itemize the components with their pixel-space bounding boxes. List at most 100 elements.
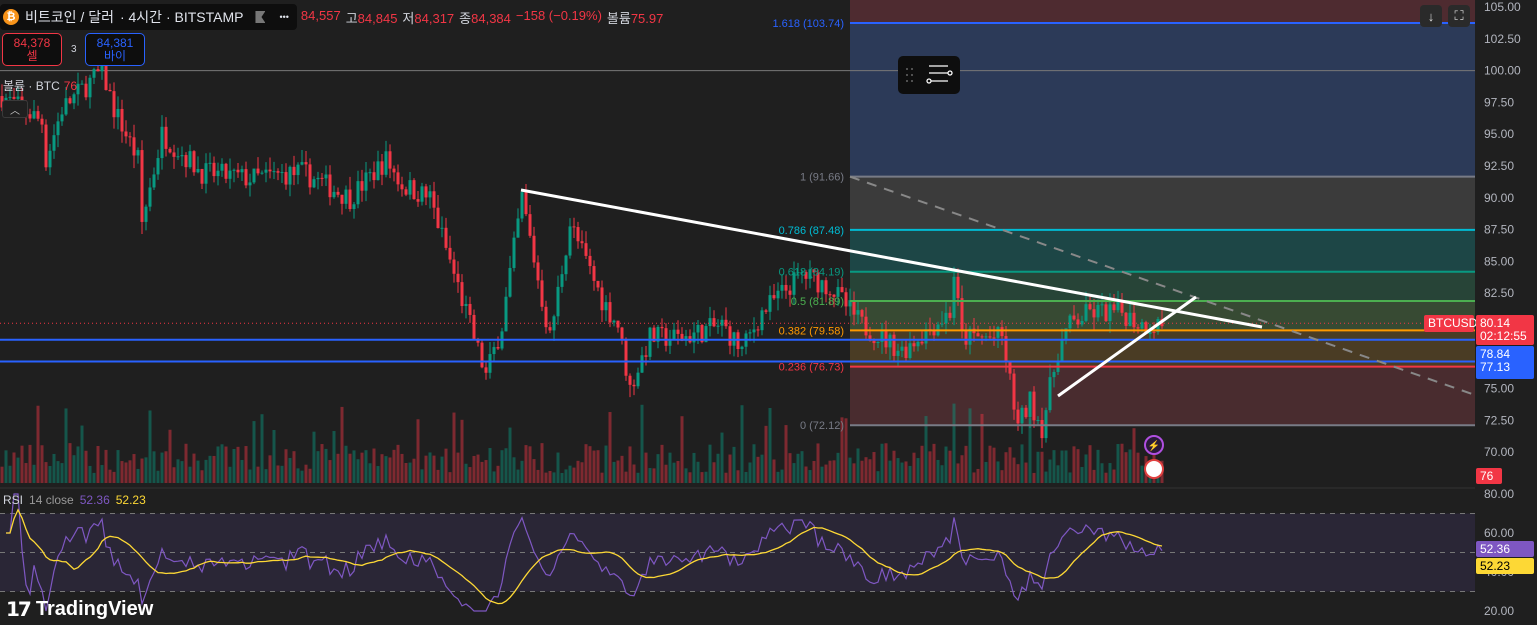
candle-body: [168, 148, 172, 153]
candle-body: [676, 329, 680, 334]
symbol-selector[interactable]: ₿ 비트코인 / 달러 · 4시간 · BITSTAMP •••: [0, 4, 297, 30]
volume-bar: [984, 461, 988, 483]
candle-body: [204, 163, 208, 184]
volume-bar: [480, 461, 484, 483]
volume-bar: [148, 410, 152, 483]
volume-bar: [420, 469, 424, 483]
candle-body: [312, 179, 316, 188]
volume-bar: [1008, 447, 1012, 483]
volume-bar: [232, 448, 236, 483]
open-value: 84,557: [300, 7, 341, 23]
volume-bar: [1080, 467, 1084, 483]
volume-bar: [496, 465, 500, 483]
sell-button[interactable]: 84,378 셀: [2, 33, 62, 66]
volume-bar: [656, 454, 660, 483]
candle-body: [600, 287, 604, 311]
volume-bar: [688, 472, 692, 483]
candle-body: [320, 177, 324, 179]
candle-body: [112, 91, 116, 118]
candle-body: [1088, 304, 1092, 310]
volume-legend[interactable]: 볼륨 · BTC 76: [3, 77, 77, 94]
rsi-legend[interactable]: RSI 14 close 52.36 52.23: [3, 493, 146, 507]
candle-body: [504, 296, 508, 332]
candle-body: [268, 169, 272, 172]
more-icon[interactable]: •••: [279, 12, 288, 22]
spread-value: 3: [71, 44, 77, 55]
candle-body: [752, 329, 756, 333]
candle-body: [144, 206, 148, 222]
candle-body: [308, 164, 312, 188]
buy-price: 84,381: [96, 35, 134, 50]
candle-body: [164, 126, 168, 149]
volume-bar: [520, 460, 524, 483]
candle-body: [1048, 377, 1052, 411]
volume-bar: [576, 460, 580, 483]
candle-body: [892, 334, 896, 356]
fib-label: 0.618 (84.19): [779, 267, 844, 279]
fullscreen-icon[interactable]: ⛶: [1448, 5, 1470, 27]
price-chart[interactable]: 1.618 (103.74) 1 (91.66) 0.786 (87.48) 0.61…: [0, 0, 1537, 625]
volume-bar: [368, 463, 372, 483]
volume-bar: [904, 461, 908, 483]
candle-body: [92, 69, 96, 78]
volume-bar: [908, 465, 912, 483]
fib-label: 0 (72.12): [800, 420, 844, 432]
volume-bar: [992, 447, 996, 483]
volume-bar: [1056, 465, 1060, 483]
fib-zone: [850, 176, 1475, 230]
flag-icon[interactable]: [255, 11, 266, 23]
candle-body: [340, 194, 344, 204]
volume-bar: [532, 459, 536, 483]
candle-body: [1116, 301, 1120, 311]
tradingview-logo[interactable]: 𝟭𝟳 TradingView: [6, 597, 153, 622]
candle-body: [80, 83, 84, 85]
candle-body: [592, 266, 596, 281]
buy-button[interactable]: 84,381 바이: [85, 33, 145, 66]
volume-bar: [300, 470, 304, 483]
candle-body: [648, 327, 652, 357]
candle-body: [1096, 304, 1100, 318]
candle-body: [172, 152, 176, 157]
candle-body: [40, 118, 44, 125]
volume-bar: [740, 405, 744, 483]
volume-bar: [260, 414, 264, 483]
candle-body: [392, 168, 396, 173]
volume-bar: [440, 456, 444, 483]
volume-bar: [1132, 428, 1136, 483]
volume-bar: [972, 472, 976, 483]
volume-bar: [748, 462, 752, 483]
support-levels-tag-text: 78.84: [1480, 347, 1510, 361]
volume-bar: [140, 458, 144, 483]
volume-bar: [988, 445, 992, 483]
volume-bar: [952, 403, 956, 483]
scroll-down-icon[interactable]: ↓: [1420, 5, 1442, 27]
drawing-toolbar[interactable]: [898, 56, 960, 94]
volume-bar: [1032, 472, 1036, 483]
candle-body: [912, 343, 916, 347]
candle-body: [716, 325, 720, 327]
candle-body: [660, 326, 664, 329]
collapse-legend-button[interactable]: ︿: [2, 100, 28, 118]
volume-bar: [1024, 462, 1028, 483]
candle-body: [364, 172, 368, 191]
volume-bar: [388, 457, 392, 483]
candle-body: [576, 227, 580, 242]
candle-body: [948, 312, 952, 318]
candle-body: [160, 126, 164, 159]
candle-body: [16, 96, 20, 99]
volume-bar: [332, 431, 336, 483]
volume-bar: [316, 451, 320, 483]
volume-bar: [36, 405, 40, 483]
volume-bar: [744, 471, 748, 483]
volume-bar: [456, 452, 460, 483]
candle-body: [1016, 409, 1020, 424]
candle-body: [1008, 362, 1012, 374]
candle-body: [852, 300, 856, 315]
volume-bar: [44, 462, 48, 483]
volume-bar: [1068, 472, 1072, 483]
volume-bar: [788, 453, 792, 483]
candle-body: [644, 355, 648, 357]
volume-bar: [1088, 445, 1092, 483]
volume-bar: [512, 457, 516, 483]
settings-sliders-icon[interactable]: [898, 56, 960, 94]
